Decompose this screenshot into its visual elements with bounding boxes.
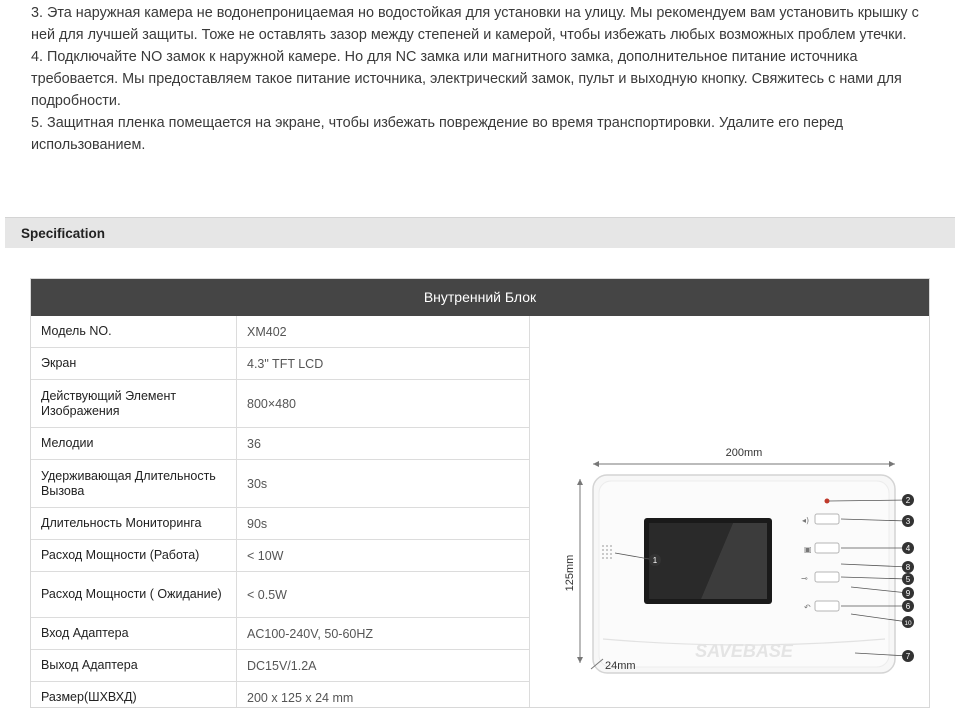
device-diagram: 200mm 125mm ◂) ▣ ⊸ ↶ SAVEBASE 24mm 1 2 3… (551, 339, 929, 707)
dimension-depth: 24mm (605, 660, 636, 672)
table-row: Действующий Элемент Изображения 800×480 (31, 380, 529, 428)
callout-number: 4 (906, 544, 911, 553)
row-key: Расход Мощности (Работа) (31, 540, 237, 571)
row-value: 800×480 (247, 396, 297, 411)
row-key: Вход Адаптера (31, 618, 237, 649)
row-value: 36 (247, 436, 261, 451)
dimension-height: 125mm (564, 555, 576, 592)
row-key: Размер(ШХВХД) (31, 682, 237, 707)
row-value: 90s (247, 516, 268, 531)
row-value: DC15V/1.2A (247, 658, 317, 673)
indoor-monitor-drawing: 200mm 125mm ◂) ▣ ⊸ ↶ SAVEBASE 24mm 12345… (564, 447, 914, 674)
table-row: Выход Адаптера DC15V/1.2A (31, 650, 529, 682)
brand-watermark: SAVEBASE (695, 641, 794, 661)
row-value: AC100-240V, 50-60HZ (247, 626, 374, 641)
table-row: Удерживающая Длительность Вызова 30s (31, 460, 529, 508)
specification-header[interactable]: Specification (5, 217, 955, 248)
table-row: Длительность Мониторинга 90s (31, 508, 529, 540)
callout-number: 5 (906, 575, 911, 584)
row-key: Удерживающая Длительность Вызова (31, 460, 237, 507)
row-key: Экран (31, 348, 237, 379)
spec-table: Внутренний Блок Модель NO. XM402 Экран 4.3"… (30, 278, 930, 708)
row-key: Модель NO. (31, 316, 237, 347)
svg-text:⊸: ⊸ (801, 574, 808, 583)
callout-number: 7 (906, 652, 911, 661)
callout-number: 9 (906, 589, 911, 598)
row-key: Расход Мощности ( Ожидание) (31, 572, 237, 617)
table-header: Внутренний Блок (31, 279, 929, 316)
callout-number: 1 (653, 556, 658, 565)
callout-number: 10 (904, 620, 912, 627)
specification-title: Specification (21, 226, 106, 241)
intro-paragraph-4: 4. Подключайте NO замок к наружной камер… (31, 49, 902, 109)
table-row: Модель NO. XM402 (31, 316, 529, 348)
table-row: Вход Адаптера AC100-240V, 50-60HZ (31, 618, 529, 650)
callout-number: 8 (906, 563, 911, 572)
row-value: 200 x 125 x 24 mm (247, 690, 354, 705)
svg-text:▣: ▣ (804, 545, 812, 554)
intro-paragraph-3: 3. Эта наружная камера не водонепроницае… (31, 5, 919, 43)
callout-number: 2 (906, 496, 911, 505)
row-key: Длительность Мониторинга (31, 508, 237, 539)
row-value: XM402 (247, 324, 287, 339)
callout-number: 6 (906, 602, 911, 611)
table-row: Экран 4.3" TFT LCD (31, 348, 529, 380)
row-value: < 0.5W (247, 587, 287, 602)
svg-text:↶: ↶ (803, 603, 811, 612)
callout-number: 3 (906, 517, 911, 526)
row-key: Мелодии (31, 428, 237, 459)
row-key: Действующий Элемент Изображения (31, 380, 237, 427)
table-row: Расход Мощности (Работа) < 10W (31, 540, 529, 572)
intro-paragraph-5: 5. Защитная пленка помещается на экране,… (31, 115, 844, 153)
spec-rows: Модель NO. XM402 Экран 4.3" TFT LCD Действую… (31, 316, 530, 707)
intro-text: 3. Эта наружная камера не водонепроницае… (31, 2, 931, 156)
table-row: Расход Мощности ( Ожидание) < 0.5W (31, 572, 529, 618)
row-key: Выход Адаптера (31, 650, 237, 681)
svg-text:◂): ◂) (802, 516, 809, 525)
row-value: 4.3" TFT LCD (247, 356, 324, 371)
table-row: Мелодии 36 (31, 428, 529, 460)
row-value: 30s (247, 476, 268, 491)
dimension-width: 200mm (726, 447, 763, 459)
table-row: Размер(ШХВХД) 200 x 125 x 24 mm (31, 682, 529, 707)
row-value: < 10W (247, 548, 284, 563)
